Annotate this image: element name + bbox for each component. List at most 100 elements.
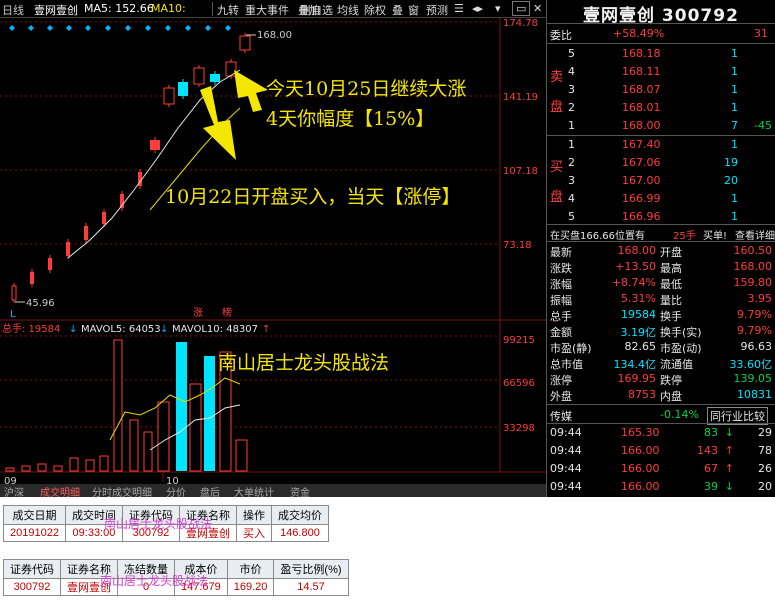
candle-body [150,140,160,150]
stat-row[interactable]: 外盘 8753 内盘 10831 [547,386,775,404]
tab-capital[interactable]: 资金 [290,484,310,497]
collapse-icon[interactable]: ▾ [495,2,501,15]
ask-price: 168.00 [622,119,661,132]
ask-row[interactable]: 4 168.11 1 [547,63,775,81]
col-header: 证券代码 [121,505,180,525]
window-button[interactable]: 窗 [408,2,419,18]
candle-body [11,285,17,301]
volume-bar [53,465,63,472]
tick-row[interactable]: 09:44 165.30 83 29 ↓ [547,424,775,442]
stat-value: 5.31% [621,292,656,305]
ranking-marker[interactable]: 榜 [222,306,232,319]
bid-row[interactable]: 1 167.40 1 [547,136,775,154]
col-header: 证券名称 [60,559,118,579]
buy-side-label: 盘 [550,190,564,205]
stat-value: 9.79% [737,324,772,337]
move-icon[interactable]: ◂▸ [472,2,483,15]
stack-button[interactable]: 叠 [392,2,403,18]
cell: 09:33:00 [64,524,123,542]
ask-row[interactable]: 5 168.18 1 [547,45,775,63]
ask-change: -45 [754,119,772,132]
level-num: 1 [568,119,575,132]
toolbox-icon[interactable]: ☰ [454,2,464,15]
limit-up-marker[interactable]: 涨 [193,307,203,319]
remove-watchlist-button[interactable]: 删自选 [300,2,333,18]
weibi-row: 委比 +58.49% 31 [550,27,768,42]
tab-shanghai[interactable]: 沪深 [4,484,24,497]
tab-price-dist[interactable]: 分价 [166,484,186,497]
annotation-today: 今天10月25日继续大涨 [266,78,467,100]
vol-tick: 33298 [503,423,535,434]
tab-trade-detail[interactable]: 成交明细 [40,484,80,497]
period-label[interactable]: 日线 [2,2,24,18]
candle-body [102,212,106,224]
mavol5-arrow: ↓ [160,324,168,335]
ask-row[interactable]: 2 168.01 1 [547,99,775,117]
tick-count: 26 [758,462,772,475]
level-num: 5 [568,47,575,60]
tick-volume: 39 [704,480,718,493]
cell: 14.57 [273,578,349,596]
table-row[interactable]: 300792 壹网壹创 0 147.679 169.20 14.57 [3,578,349,596]
table-row[interactable]: 20191022 09:33:00 300792 壹网壹创 买入 146.800 [3,524,329,542]
close-icon[interactable]: ✕ [533,2,542,15]
candle-body [225,61,237,77]
ma-button[interactable]: 均线 [337,2,359,18]
forecast-button[interactable]: 预测 [426,2,448,18]
level-num: 3 [568,83,575,96]
tick-count: 20 [758,480,772,493]
col-header: 成本价 [174,559,228,579]
bid-row[interactable]: 4 166.99 1 [547,190,775,208]
tick-row[interactable]: 09:44 166.00 39 20 ↓ [547,478,775,496]
ask-row[interactable]: 1 168.00 7 -45 [547,117,775,135]
bid-volume: 20 [724,174,738,187]
ask-price: 168.11 [622,65,661,78]
low-price-label: 45.96 [26,298,55,309]
tick-row[interactable]: 09:44 166.00 67 26 ↑ [547,460,775,478]
stat-value: 159.80 [733,276,773,289]
restore-icon[interactable]: ▭ [512,1,531,16]
volume-bar [204,356,215,471]
level-num: 3 [568,174,575,187]
stat-value: 160.50 [733,244,773,257]
ask-volume: 1 [731,101,738,114]
stat-value: 169.95 [617,372,657,385]
ask-volume: 1 [731,47,738,60]
bid-price: 167.06 [622,156,661,169]
candle-body [30,272,34,284]
stat-value: 139.05 [733,372,773,385]
tab-after-hours[interactable]: 盘后 [200,484,220,497]
ask-row[interactable]: 3 168.07 1 [547,81,775,99]
col-header: 成交日期 [3,505,66,525]
ask-volume: 1 [731,83,738,96]
candle-body [239,35,251,51]
tab-tick-detail[interactable]: 分时成交明细 [92,484,152,497]
arrow-up-icon: ↑ [724,462,734,475]
tick-price: 166.00 [621,462,660,475]
bid-row[interactable]: 3 167.00 20 [547,172,775,190]
stat-value: 8753 [628,388,656,401]
volume-bar [113,339,123,472]
tick-row[interactable]: 09:44 166.00 143 78 ↑ [547,442,775,460]
volume-bar [5,467,15,472]
bid-price: 166.96 [622,210,661,223]
major-events-button[interactable]: 重大事件 [245,2,289,18]
bid-volume: 19 [724,156,738,169]
exright-button[interactable]: 除权 [364,2,386,18]
l-marker: L [10,309,16,320]
tab-big-order[interactable]: 大单统计 [234,484,274,497]
cell: 300792 [121,524,180,542]
sell-side-label: 盘 [550,100,564,115]
level-num: 4 [568,65,575,78]
quote-title-bar: 壹网壹创 300792 [547,0,775,26]
ask-price: 168.18 [622,47,661,60]
volume-bar [157,401,170,472]
bid-row[interactable]: 2 167.06 19 [547,154,775,172]
stat-value: +8.74% [611,276,656,289]
col-header: 冻结数量 [117,559,175,579]
volume-bar [99,455,109,472]
bid-price: 167.40 [622,138,661,151]
jiuzhuan-button[interactable]: 九转 [217,2,239,18]
annotation-gain: 4天你幅度【15%】 [266,108,435,130]
stat-value: 9.79% [737,308,772,321]
